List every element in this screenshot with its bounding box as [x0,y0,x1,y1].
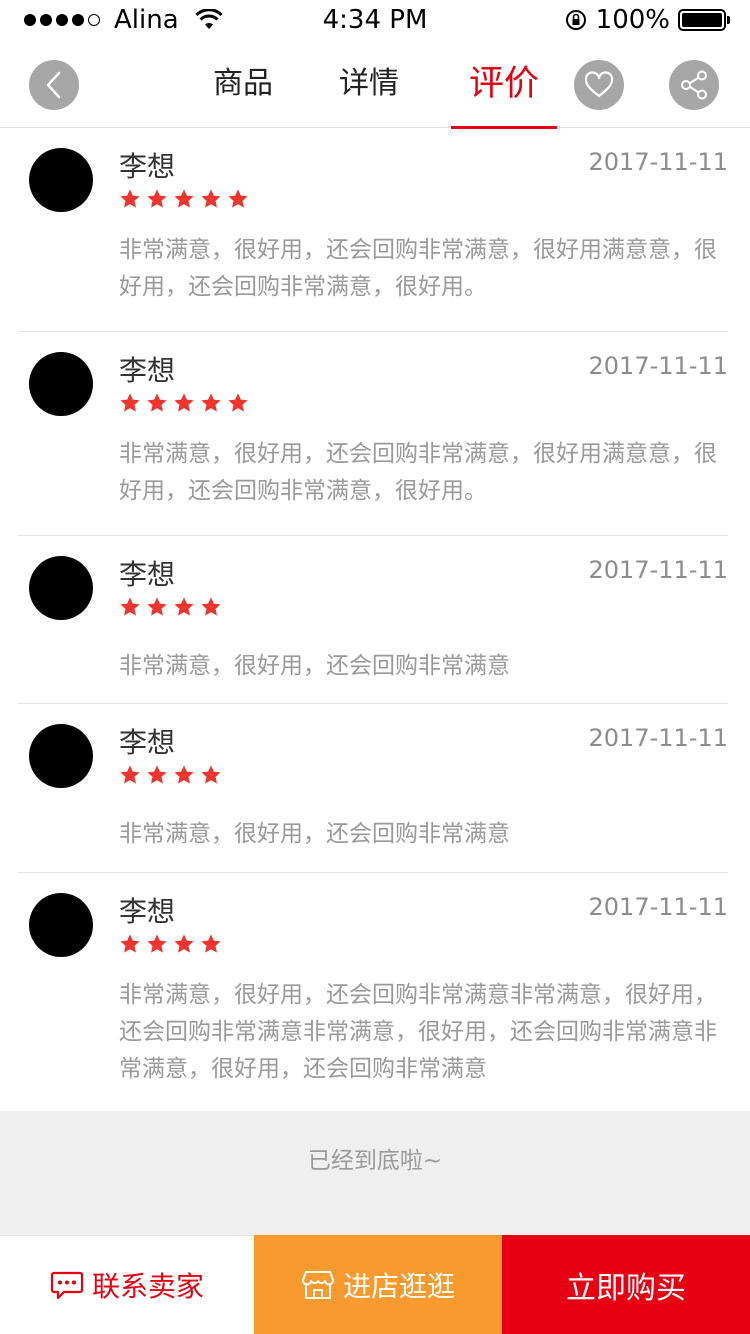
star-icon [228,393,248,412]
review-text: 非常满意，很好用，还会回购非常满意，很好用满意意，很好用，还会回购非常满意，很好… [119,441,717,504]
battery-percent: 100% [595,5,670,35]
star-rating [119,933,222,955]
review-item: 李想 2017-11-11 非常满意，很好用，还会回购非常满意非常满意，很好用，… [18,873,728,1111]
star-icon [201,393,221,412]
avatar[interactable] [29,148,93,212]
tab-product[interactable]: 商品 [202,40,284,128]
review-text: 非常满意，很好用，还会回购非常满意，很好用满意意，很好用，还会回购非常满意，很好… [119,237,717,300]
star-icon [201,765,221,784]
star-rating [119,392,249,414]
heart-icon [584,71,614,98]
star-icon [201,189,221,208]
signal-dots-icon [24,14,100,26]
star-icon [147,934,167,953]
avatar[interactable] [29,352,93,416]
review-item: 李想 2017-11-11 非常满意，很好用，还会回购非常满意，很好用满意意，很… [18,128,728,332]
reviewer-name: 李想 [119,150,176,183]
bottom-action-bar: 联系卖家 进店逛逛 立即购买 [0,1235,750,1334]
tab-reviews[interactable]: 评价 [451,40,557,129]
review-text: 非常满意，很好用，还会回购非常满意非常满意，很好用，还会回购非常满意非常满意，很… [119,982,717,1082]
star-icon [174,597,194,616]
star-rating [119,596,222,618]
star-icon [120,597,140,616]
status-bar: Alina 4:34 PM 100% [0,0,750,40]
star-icon [147,393,167,412]
back-button[interactable] [29,60,79,110]
back-icon [46,71,61,99]
review-item: 李想 2017-11-11 非常满意，很好用，还会回购非常满意，很好用满意意，很… [18,332,728,536]
star-icon [120,934,140,953]
store-icon [301,1270,334,1299]
star-icon [201,597,221,616]
share-button[interactable] [669,60,719,110]
star-rating [119,764,222,786]
reviewer-name: 李想 [119,354,176,387]
battery-icon [678,9,730,31]
review-page: Alina 4:34 PM 100% 商品 详情 评价 李想 2017-11-1… [0,0,750,1334]
review-date: 2017-11-11 [588,148,728,176]
nav-bar: 商品 详情 评价 [0,40,750,129]
review-date: 2017-11-11 [588,556,728,584]
reviewer-name: 李想 [119,726,176,759]
status-right: 100% [564,4,730,36]
buy-now-label: 立即购买 [566,1270,686,1306]
end-of-list-text: 已经到底啦~ [307,1148,443,1174]
review-item: 李想 2017-11-11 非常满意，很好用，还会回购非常满意 [18,704,728,873]
star-icon [174,393,194,412]
star-icon [228,189,248,208]
reviewer-name: 李想 [119,558,176,591]
star-icon [147,189,167,208]
wifi-icon [195,9,223,29]
chat-icon [50,1271,84,1300]
review-text: 非常满意，很好用，还会回购非常满意 [119,821,510,847]
avatar[interactable] [29,724,93,788]
reviewer-name: 李想 [119,895,176,928]
carrier-name: Alina [114,5,179,35]
star-icon [147,597,167,616]
share-icon [681,70,707,100]
review-date: 2017-11-11 [588,724,728,752]
list-end-area: 已经到底啦~ [0,1111,750,1235]
contact-seller-button[interactable]: 联系卖家 [0,1235,254,1334]
star-icon [174,934,194,953]
review-date: 2017-11-11 [588,352,728,380]
review-text: 非常满意，很好用，还会回购非常满意 [119,653,510,679]
visit-shop-button[interactable]: 进店逛逛 [254,1235,502,1334]
review-list: 李想 2017-11-11 非常满意，很好用，还会回购非常满意，很好用满意意，很… [0,128,750,1111]
tab-details[interactable]: 详情 [328,40,410,128]
star-icon [147,765,167,784]
rotation-lock-icon [565,10,586,30]
avatar[interactable] [29,893,93,957]
buy-now-button[interactable]: 立即购买 [502,1235,750,1334]
visit-shop-label: 进店逛逛 [342,1269,455,1303]
star-rating [119,188,249,210]
star-icon [120,765,140,784]
review-item: 李想 2017-11-11 非常满意，很好用，还会回购非常满意 [18,536,728,704]
star-icon [120,393,140,412]
review-date: 2017-11-11 [588,893,728,921]
star-icon [174,765,194,784]
star-icon [174,189,194,208]
contact-seller-label: 联系卖家 [91,1270,204,1303]
star-icon [120,189,140,208]
status-left: Alina [24,4,223,36]
favorite-button[interactable] [574,60,624,110]
avatar[interactable] [29,556,93,620]
star-icon [201,934,221,953]
